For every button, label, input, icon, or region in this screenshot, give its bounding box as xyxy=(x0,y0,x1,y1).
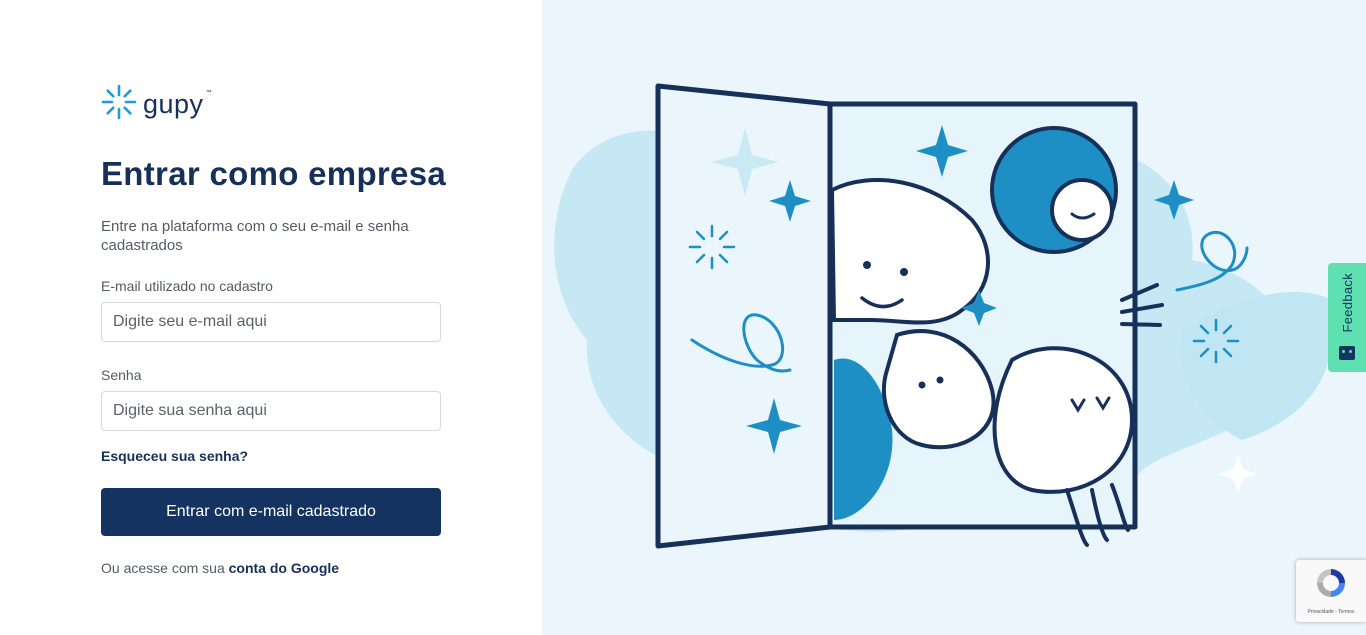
password-label: Senha xyxy=(101,367,142,383)
illustration-panel: Feedback xyxy=(542,0,1366,635)
eye-left xyxy=(863,261,871,269)
brand-name: gupy xyxy=(143,89,204,119)
forgot-password-link[interactable]: Esqueceu sua senha? xyxy=(101,448,248,464)
recaptcha-privacy-link[interactable]: Privacidade xyxy=(1308,609,1334,615)
google-login-line: Ou acesse com sua conta do Google xyxy=(101,560,339,576)
recaptcha-terms-link[interactable]: Termos xyxy=(1338,609,1354,615)
eye-right xyxy=(900,268,908,276)
google-login-link[interactable]: conta do Google xyxy=(229,560,339,576)
recaptcha-badge[interactable]: Privacidade - Termos xyxy=(1296,560,1366,622)
recaptcha-icon xyxy=(1314,566,1348,605)
page-title: Entrar como empresa xyxy=(101,155,446,192)
login-panel: gupy ™ Entrar como empresa Entre na plat… xyxy=(0,0,542,635)
feedback-label: Feedback xyxy=(1339,273,1355,333)
door-illustration xyxy=(554,83,1334,549)
sparkle-icon xyxy=(1219,455,1257,493)
email-login-button[interactable]: Entrar com e-mail cadastrado xyxy=(101,488,441,536)
character-small-head xyxy=(1050,178,1114,242)
gupy-sparkle-icon xyxy=(101,84,137,125)
gupy-logo: gupy ™ xyxy=(101,84,212,125)
page-subtitle: Entre na plataforma com o seu e-mail e s… xyxy=(101,218,409,254)
google-login-prefix: Ou acesse com sua xyxy=(101,560,225,576)
chat-smile-icon xyxy=(1339,346,1355,360)
character-cloud xyxy=(992,346,1135,494)
dog-eye-left xyxy=(918,381,926,389)
recaptcha-links: Privacidade - Termos xyxy=(1308,609,1355,615)
feedback-tab[interactable]: Feedback xyxy=(1328,263,1366,372)
dog-eye-right xyxy=(936,376,944,384)
password-input[interactable] xyxy=(101,391,441,431)
email-label: E-mail utilizado no cadastro xyxy=(101,278,273,294)
trademark-symbol: ™ xyxy=(205,90,212,96)
email-input[interactable] xyxy=(101,302,441,342)
